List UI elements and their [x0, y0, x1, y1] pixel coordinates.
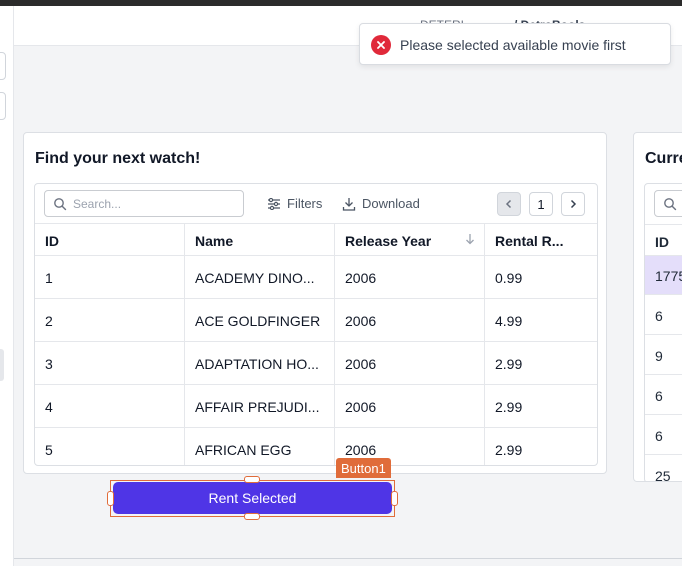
- left-sidebar: [0, 6, 14, 566]
- chevron-right-icon: [570, 199, 577, 209]
- cell-id: 2: [35, 299, 185, 342]
- table2-row[interactable]: 6: [645, 296, 682, 335]
- download-button[interactable]: Download: [342, 196, 420, 211]
- table2-header-id[interactable]: ID: [645, 224, 682, 256]
- cell-name: ACADEMY DINO...: [185, 256, 335, 299]
- cell-id: 4: [35, 385, 185, 428]
- filters-button[interactable]: Filters: [267, 196, 322, 211]
- table-body: 1 ACADEMY DINO... 2006 0.99 2 ACE GOLDFI…: [35, 256, 597, 465]
- resize-handle-left[interactable]: [107, 491, 114, 506]
- column-header-rental-rate[interactable]: Rental R...: [485, 224, 597, 256]
- cell-rental-rate: 2.99: [495, 356, 523, 372]
- search-input[interactable]: [73, 195, 238, 213]
- table2-search[interactable]: [654, 190, 682, 217]
- table2-row[interactable]: 6: [645, 376, 682, 415]
- cell-name: AFRICAN EGG: [185, 428, 335, 465]
- toast-message: Please selected available movie first: [400, 37, 626, 53]
- column-header-id[interactable]: ID: [35, 224, 185, 256]
- table-row[interactable]: 5 AFRICAN EGG 2006 2.99: [35, 428, 597, 465]
- sidebar-tab-1[interactable]: [0, 52, 6, 80]
- prev-page-button[interactable]: [497, 192, 521, 216]
- cell-release-year: 2006: [335, 256, 485, 299]
- cell-id: 3: [35, 342, 185, 385]
- download-label: Download: [362, 196, 420, 211]
- resize-handle-right[interactable]: [391, 491, 398, 506]
- cell-rental-rate: 4.99: [495, 313, 523, 329]
- current-rentals-card: Curre ID 1775 6 9 6 6 25: [633, 132, 682, 482]
- resize-handle-bottom[interactable]: [244, 513, 260, 520]
- table-row[interactable]: 3 ADAPTATION HO... 2006 2.99: [35, 342, 597, 385]
- cell-rental-rate: 0.99: [495, 270, 523, 286]
- cell-release-year: 2006: [335, 299, 485, 342]
- search-icon: [664, 198, 677, 211]
- cell-rental-rate: 2.99: [495, 442, 523, 458]
- table-header: ID Name Release Year Rental R...: [35, 224, 597, 256]
- table2-row[interactable]: 9: [645, 336, 682, 375]
- cell-name: AFFAIR PREJUDI...: [185, 385, 335, 428]
- table2-row[interactable]: 1775: [645, 256, 682, 295]
- next-page-button[interactable]: [561, 192, 585, 216]
- table-search[interactable]: [44, 190, 244, 217]
- card-title: Find your next watch!: [35, 150, 201, 167]
- canvas-divider: [14, 558, 682, 559]
- column-header-release-year[interactable]: Release Year: [335, 224, 485, 256]
- error-icon: [371, 35, 391, 55]
- button-component-tag[interactable]: Button1: [336, 458, 391, 478]
- table-row[interactable]: 2 ACE GOLDFINGER 2006 4.99: [35, 299, 597, 342]
- cell-release-year: 2006: [335, 342, 485, 385]
- table-row[interactable]: 1 ACADEMY DINO... 2006 0.99: [35, 256, 597, 299]
- cell-name: ACE GOLDFINGER: [185, 299, 335, 342]
- chevron-left-icon: [505, 199, 512, 209]
- rent-selected-button[interactable]: Rent Selected: [113, 482, 392, 514]
- cell-id: 1: [35, 256, 185, 299]
- table2-row[interactable]: 25: [645, 456, 682, 481]
- cell-name: ADAPTATION HO...: [185, 342, 335, 385]
- filter-icon: [268, 197, 280, 210]
- card2-title: Curre: [645, 150, 682, 167]
- error-toast: Please selected available movie first: [359, 23, 671, 65]
- sidebar-tab-2[interactable]: [0, 92, 6, 120]
- table-row[interactable]: 4 AFFAIR PREJUDI... 2006 2.99: [35, 385, 597, 428]
- cell-rental-rate: 2.99: [495, 399, 523, 415]
- cell-release-year: 2006: [335, 385, 485, 428]
- filters-label: Filters: [287, 196, 323, 211]
- table2-row[interactable]: 6: [645, 416, 682, 455]
- download-icon: [342, 197, 356, 211]
- column-header-release-year-label: Release Year: [345, 233, 432, 249]
- movie-list-card: Find your next watch! Filters: [23, 132, 607, 474]
- sort-down-icon[interactable]: [464, 233, 476, 245]
- cell-id: 5: [35, 428, 185, 465]
- page-number[interactable]: 1: [529, 192, 553, 216]
- current-rentals-table: ID 1775 6 9 6 6 25: [644, 183, 682, 481]
- table-toolbar: Filters Download 1: [35, 184, 597, 224]
- resize-handle-top[interactable]: [244, 476, 260, 483]
- search-icon: [54, 198, 67, 211]
- sidebar-active-indicator: [0, 349, 4, 381]
- movies-table: Filters Download 1: [34, 183, 598, 466]
- column-header-name[interactable]: Name: [185, 224, 335, 256]
